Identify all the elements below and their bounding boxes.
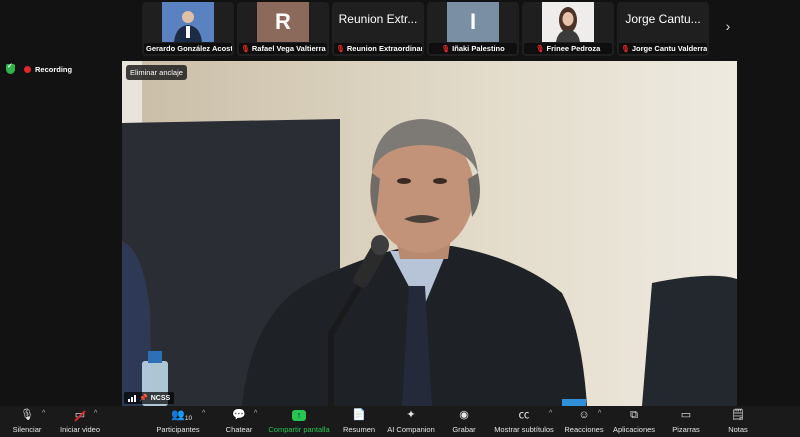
summary-button[interactable]: 📄 Resumen <box>342 408 376 436</box>
participant-strip: Gerardo González Acosta R 🎙 Rafael Vega V… <box>142 2 709 56</box>
share-screen-button[interactable]: ↑ Compartir pantalla <box>268 408 330 436</box>
participant-name: Rafael Vega Valtierra <box>251 44 326 53</box>
participant-video <box>542 2 594 42</box>
main-video[interactable]: Eliminar anclaje 📌 NCSS <box>122 61 737 406</box>
share-screen-icon: ↑ <box>292 410 306 421</box>
whiteboards-button[interactable]: ▭ Pizarras <box>670 408 702 436</box>
mic-muted-icon: 🎙 <box>621 46 630 53</box>
notes-icon: 🗒 <box>731 409 745 421</box>
participants-button[interactable]: 👥 10 Participantes <box>152 408 204 436</box>
record-button[interactable]: ◉ Grabar <box>450 408 478 436</box>
chevron-up-icon[interactable]: ^ <box>549 410 552 417</box>
participant-name: Gerardo González Acosta <box>144 43 232 54</box>
recording-indicator[interactable]: Recording <box>6 62 73 74</box>
participant-tile[interactable]: R 🎙 Rafael Vega Valtierra <box>237 2 329 56</box>
unpin-button[interactable]: Eliminar anclaje <box>126 65 187 80</box>
summary-icon: 📄 <box>352 409 366 421</box>
speaker-video-frame <box>122 61 737 406</box>
mic-muted-icon: 🎙 <box>241 46 250 53</box>
participant-display-name: Reunion Extr... <box>338 12 418 26</box>
show-captions-button[interactable]: ㏄ Mostrar subtítulos <box>492 408 556 436</box>
participant-name: Iñaki Palestino <box>452 44 505 53</box>
meeting-toolbar: 🎙 Silenciar ^ ▭ Iniciar video ^ 👥10 Part… <box>0 406 800 437</box>
participant-name: Jorge Cantu Valderra... <box>631 44 707 53</box>
recording-dot-icon <box>24 65 31 73</box>
apps-icon: ⧉ <box>630 409 638 421</box>
speaker-name-tag: 📌 NCSS <box>124 392 175 404</box>
chevron-up-icon[interactable]: ^ <box>254 410 257 417</box>
participant-tile[interactable]: Reunion Extr... 🎙 Reunion Extraordinaria <box>332 2 424 56</box>
chevron-up-icon[interactable]: ^ <box>202 410 205 417</box>
notes-button[interactable]: 🗒 Notas <box>724 408 752 436</box>
participant-avatar: I <box>447 2 499 42</box>
participant-tile[interactable]: 🎙 Frinee Pedroza <box>522 2 614 56</box>
chevron-up-icon[interactable]: ^ <box>598 410 601 417</box>
participant-avatar: R <box>257 2 309 42</box>
participant-name: Frinee Pedroza <box>546 44 601 53</box>
mute-button[interactable]: 🎙 Silenciar <box>10 408 44 436</box>
participant-name: Reunion Extraordinaria <box>346 44 422 53</box>
recording-label: Recording <box>35 64 73 74</box>
chevron-right-icon[interactable]: › <box>720 18 736 38</box>
participant-tile[interactable]: Jorge Cantu... 🎙 Jorge Cantu Valderra... <box>617 2 709 56</box>
participant-count: 10 <box>184 415 193 422</box>
chat-icon: 💬 <box>232 409 246 421</box>
ai-companion-button[interactable]: ✦ AI Companion <box>386 408 436 436</box>
signal-bars-icon <box>128 394 136 402</box>
whiteboard-icon: ▭ <box>680 409 692 421</box>
participant-tile[interactable]: Gerardo González Acosta <box>142 2 234 56</box>
captions-icon: ㏄ <box>518 409 530 421</box>
people-icon: 👥 <box>171 409 185 421</box>
record-icon: ◉ <box>459 409 469 421</box>
chevron-up-icon[interactable]: ^ <box>42 410 45 417</box>
speaker-name: NCSS <box>150 394 171 402</box>
shield-icon <box>6 62 15 74</box>
mic-muted-icon: 🎙 <box>441 46 451 53</box>
participant-tile[interactable]: I 🎙 Iñaki Palestino <box>427 2 519 56</box>
sparkle-icon: ✦ <box>406 409 416 421</box>
apps-button[interactable]: ⧉ Aplicaciones <box>612 408 656 436</box>
mic-muted-icon: 🎙 <box>535 46 545 53</box>
pin-icon: 📌 <box>139 395 148 402</box>
participant-video <box>162 2 214 42</box>
microphone-icon: 🎙 <box>20 409 34 421</box>
chevron-up-icon[interactable]: ^ <box>94 410 97 417</box>
mic-muted-icon: 🎙 <box>336 46 345 53</box>
chat-button[interactable]: 💬 Chatear <box>222 408 256 436</box>
participant-display-name: Jorge Cantu... <box>625 12 701 26</box>
